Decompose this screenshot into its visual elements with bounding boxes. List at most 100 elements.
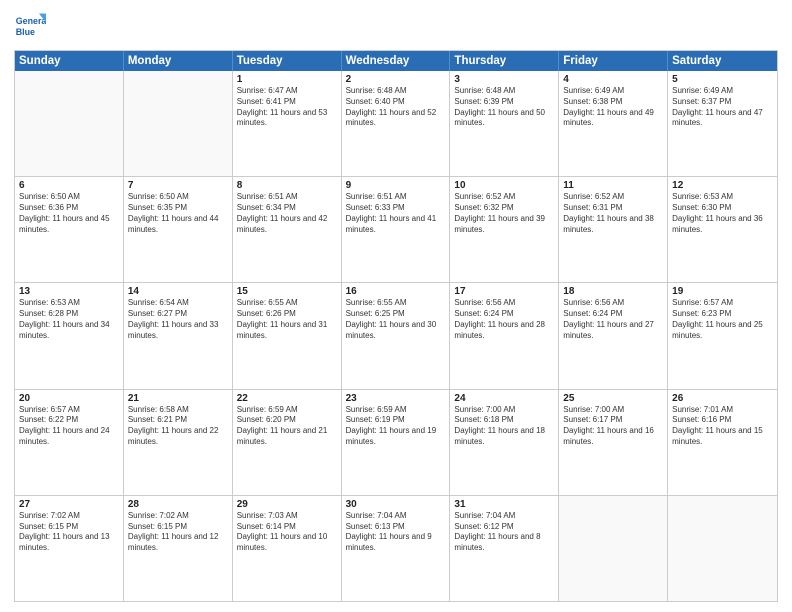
day-number: 8 <box>237 180 337 191</box>
day-number: 30 <box>346 499 446 510</box>
day-info: Sunrise: 7:02 AM Sunset: 6:15 PM Dayligh… <box>128 511 228 554</box>
day-cell-8: 8Sunrise: 6:51 AM Sunset: 6:34 PM Daylig… <box>233 177 342 282</box>
day-info: Sunrise: 6:52 AM Sunset: 6:32 PM Dayligh… <box>454 192 554 235</box>
day-info: Sunrise: 6:55 AM Sunset: 6:25 PM Dayligh… <box>346 298 446 341</box>
calendar-header-row: SundayMondayTuesdayWednesdayThursdayFrid… <box>15 51 777 71</box>
day-cell-21: 21Sunrise: 6:58 AM Sunset: 6:21 PM Dayli… <box>124 390 233 495</box>
day-info: Sunrise: 6:51 AM Sunset: 6:33 PM Dayligh… <box>346 192 446 235</box>
logo-icon: General Blue <box>14 10 46 42</box>
day-number: 7 <box>128 180 228 191</box>
day-cell-5: 5Sunrise: 6:49 AM Sunset: 6:37 PM Daylig… <box>668 71 777 176</box>
day-number: 11 <box>563 180 663 191</box>
svg-text:Blue: Blue <box>16 27 35 37</box>
day-info: Sunrise: 7:00 AM Sunset: 6:17 PM Dayligh… <box>563 405 663 448</box>
day-number: 21 <box>128 393 228 404</box>
day-info: Sunrise: 6:50 AM Sunset: 6:35 PM Dayligh… <box>128 192 228 235</box>
day-number: 5 <box>672 74 773 85</box>
day-info: Sunrise: 6:50 AM Sunset: 6:36 PM Dayligh… <box>19 192 119 235</box>
header-day-saturday: Saturday <box>668 51 777 71</box>
day-number: 9 <box>346 180 446 191</box>
day-cell-26: 26Sunrise: 7:01 AM Sunset: 6:16 PM Dayli… <box>668 390 777 495</box>
day-number: 26 <box>672 393 773 404</box>
day-info: Sunrise: 7:01 AM Sunset: 6:16 PM Dayligh… <box>672 405 773 448</box>
day-info: Sunrise: 6:51 AM Sunset: 6:34 PM Dayligh… <box>237 192 337 235</box>
day-info: Sunrise: 6:53 AM Sunset: 6:28 PM Dayligh… <box>19 298 119 341</box>
day-number: 1 <box>237 74 337 85</box>
day-cell-17: 17Sunrise: 6:56 AM Sunset: 6:24 PM Dayli… <box>450 283 559 388</box>
day-cell-29: 29Sunrise: 7:03 AM Sunset: 6:14 PM Dayli… <box>233 496 342 601</box>
day-info: Sunrise: 7:04 AM Sunset: 6:12 PM Dayligh… <box>454 511 554 554</box>
day-info: Sunrise: 6:55 AM Sunset: 6:26 PM Dayligh… <box>237 298 337 341</box>
day-info: Sunrise: 6:49 AM Sunset: 6:38 PM Dayligh… <box>563 86 663 129</box>
empty-cell <box>124 71 233 176</box>
day-number: 16 <box>346 286 446 297</box>
day-cell-25: 25Sunrise: 7:00 AM Sunset: 6:17 PM Dayli… <box>559 390 668 495</box>
day-info: Sunrise: 6:54 AM Sunset: 6:27 PM Dayligh… <box>128 298 228 341</box>
day-cell-30: 30Sunrise: 7:04 AM Sunset: 6:13 PM Dayli… <box>342 496 451 601</box>
day-cell-10: 10Sunrise: 6:52 AM Sunset: 6:32 PM Dayli… <box>450 177 559 282</box>
day-number: 3 <box>454 74 554 85</box>
day-info: Sunrise: 6:48 AM Sunset: 6:39 PM Dayligh… <box>454 86 554 129</box>
day-info: Sunrise: 7:04 AM Sunset: 6:13 PM Dayligh… <box>346 511 446 554</box>
day-cell-6: 6Sunrise: 6:50 AM Sunset: 6:36 PM Daylig… <box>15 177 124 282</box>
day-cell-18: 18Sunrise: 6:56 AM Sunset: 6:24 PM Dayli… <box>559 283 668 388</box>
day-cell-23: 23Sunrise: 6:59 AM Sunset: 6:19 PM Dayli… <box>342 390 451 495</box>
day-number: 20 <box>19 393 119 404</box>
day-info: Sunrise: 6:47 AM Sunset: 6:41 PM Dayligh… <box>237 86 337 129</box>
day-number: 12 <box>672 180 773 191</box>
day-cell-4: 4Sunrise: 6:49 AM Sunset: 6:38 PM Daylig… <box>559 71 668 176</box>
day-info: Sunrise: 6:48 AM Sunset: 6:40 PM Dayligh… <box>346 86 446 129</box>
empty-cell <box>668 496 777 601</box>
day-number: 13 <box>19 286 119 297</box>
day-info: Sunrise: 6:56 AM Sunset: 6:24 PM Dayligh… <box>454 298 554 341</box>
day-cell-15: 15Sunrise: 6:55 AM Sunset: 6:26 PM Dayli… <box>233 283 342 388</box>
day-number: 23 <box>346 393 446 404</box>
day-cell-7: 7Sunrise: 6:50 AM Sunset: 6:35 PM Daylig… <box>124 177 233 282</box>
day-number: 29 <box>237 499 337 510</box>
empty-cell <box>559 496 668 601</box>
day-number: 27 <box>19 499 119 510</box>
calendar-grid: SundayMondayTuesdayWednesdayThursdayFrid… <box>14 50 778 602</box>
header-day-wednesday: Wednesday <box>342 51 451 71</box>
day-number: 28 <box>128 499 228 510</box>
day-cell-16: 16Sunrise: 6:55 AM Sunset: 6:25 PM Dayli… <box>342 283 451 388</box>
calendar-page: General Blue SundayMondayTuesdayWednesda… <box>0 0 792 612</box>
day-info: Sunrise: 6:53 AM Sunset: 6:30 PM Dayligh… <box>672 192 773 235</box>
day-number: 22 <box>237 393 337 404</box>
svg-text:General: General <box>16 16 46 26</box>
day-cell-13: 13Sunrise: 6:53 AM Sunset: 6:28 PM Dayli… <box>15 283 124 388</box>
day-info: Sunrise: 6:52 AM Sunset: 6:31 PM Dayligh… <box>563 192 663 235</box>
day-number: 15 <box>237 286 337 297</box>
header-day-tuesday: Tuesday <box>233 51 342 71</box>
day-cell-1: 1Sunrise: 6:47 AM Sunset: 6:41 PM Daylig… <box>233 71 342 176</box>
day-number: 24 <box>454 393 554 404</box>
day-cell-19: 19Sunrise: 6:57 AM Sunset: 6:23 PM Dayli… <box>668 283 777 388</box>
day-info: Sunrise: 6:49 AM Sunset: 6:37 PM Dayligh… <box>672 86 773 129</box>
header-day-thursday: Thursday <box>450 51 559 71</box>
day-cell-28: 28Sunrise: 7:02 AM Sunset: 6:15 PM Dayli… <box>124 496 233 601</box>
day-info: Sunrise: 7:00 AM Sunset: 6:18 PM Dayligh… <box>454 405 554 448</box>
page-header: General Blue <box>14 10 778 42</box>
calendar-row-4: 20Sunrise: 6:57 AM Sunset: 6:22 PM Dayli… <box>15 389 777 495</box>
day-cell-31: 31Sunrise: 7:04 AM Sunset: 6:12 PM Dayli… <box>450 496 559 601</box>
day-info: Sunrise: 7:02 AM Sunset: 6:15 PM Dayligh… <box>19 511 119 554</box>
day-cell-20: 20Sunrise: 6:57 AM Sunset: 6:22 PM Dayli… <box>15 390 124 495</box>
header-day-monday: Monday <box>124 51 233 71</box>
day-cell-2: 2Sunrise: 6:48 AM Sunset: 6:40 PM Daylig… <box>342 71 451 176</box>
day-cell-27: 27Sunrise: 7:02 AM Sunset: 6:15 PM Dayli… <box>15 496 124 601</box>
day-number: 18 <box>563 286 663 297</box>
day-number: 19 <box>672 286 773 297</box>
day-info: Sunrise: 6:59 AM Sunset: 6:20 PM Dayligh… <box>237 405 337 448</box>
day-info: Sunrise: 6:56 AM Sunset: 6:24 PM Dayligh… <box>563 298 663 341</box>
day-number: 31 <box>454 499 554 510</box>
day-cell-12: 12Sunrise: 6:53 AM Sunset: 6:30 PM Dayli… <box>668 177 777 282</box>
day-number: 4 <box>563 74 663 85</box>
day-number: 6 <box>19 180 119 191</box>
day-cell-24: 24Sunrise: 7:00 AM Sunset: 6:18 PM Dayli… <box>450 390 559 495</box>
day-number: 10 <box>454 180 554 191</box>
day-number: 17 <box>454 286 554 297</box>
calendar-row-5: 27Sunrise: 7:02 AM Sunset: 6:15 PM Dayli… <box>15 495 777 601</box>
day-info: Sunrise: 6:59 AM Sunset: 6:19 PM Dayligh… <box>346 405 446 448</box>
day-info: Sunrise: 7:03 AM Sunset: 6:14 PM Dayligh… <box>237 511 337 554</box>
day-info: Sunrise: 6:57 AM Sunset: 6:23 PM Dayligh… <box>672 298 773 341</box>
